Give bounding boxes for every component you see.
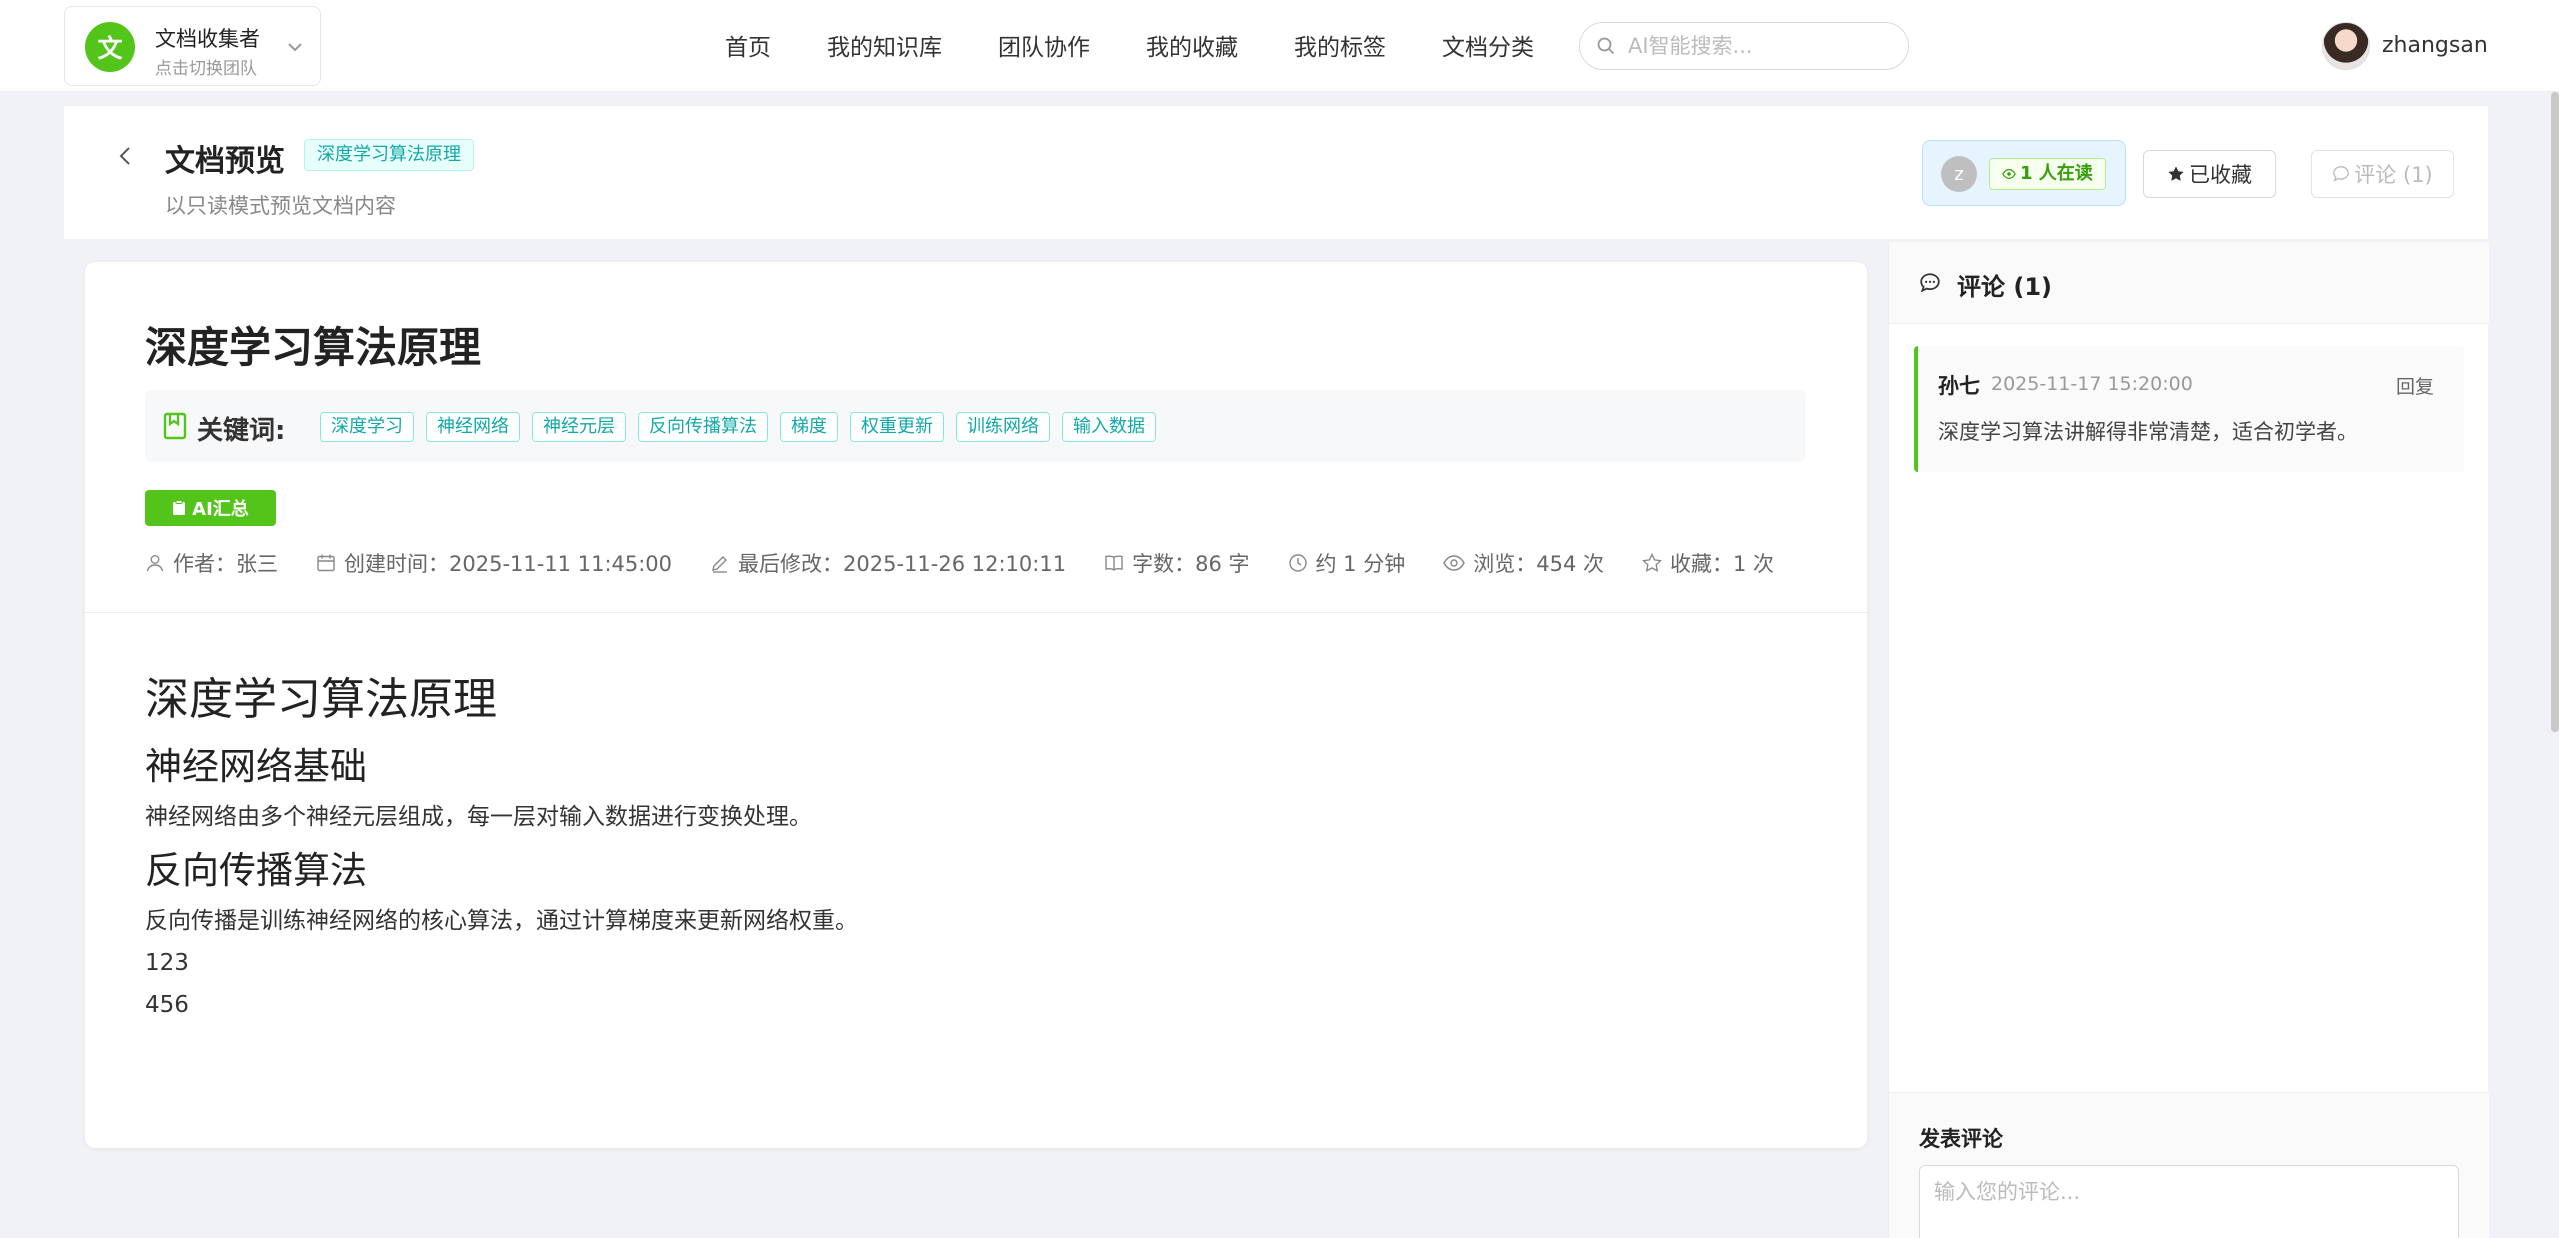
calendar-icon <box>317 554 335 572</box>
clock-icon <box>1288 554 1307 572</box>
comment-icon <box>2333 166 2350 182</box>
comment-item: 孙七 2025-11-17 15:20:00 回复 深度学习算法讲解得非常清楚，… <box>1914 346 2464 472</box>
search-input[interactable] <box>1628 31 1888 61</box>
keywords-list: 深度学习 神经网络 神经元层 反向传播算法 梯度 权重更新 训练网络 输入数据 <box>320 412 1168 442</box>
content-paragraph: 反向传播是训练神经网络的核心算法，通过计算梯度来更新网络权重。 <box>145 908 858 934</box>
user-avatar[interactable] <box>2322 22 2370 70</box>
comments-panel: 评论 (1) 孙七 2025-11-17 15:20:00 回复 深度学习算法讲… <box>1888 242 2489 1238</box>
keyword-tag[interactable]: 反向传播算法 <box>638 412 768 442</box>
search-icon <box>1597 37 1615 55</box>
main-nav: 首页 我的知识库 团队协作 我的收藏 我的标签 文档分类 <box>725 28 1534 62</box>
content-heading-2: 反向传播算法 <box>145 849 367 892</box>
keyword-tag[interactable]: 梯度 <box>780 412 838 442</box>
keyword-tag[interactable]: 深度学习 <box>320 412 414 442</box>
divider <box>85 612 1867 613</box>
ai-summary-button[interactable]: AI汇总 <box>145 490 276 526</box>
username[interactable]: zhangsan <box>2382 33 2488 58</box>
comment-author: 孙七 <box>1938 374 1980 398</box>
online-readers: z 1 人在读 <box>1922 140 2126 206</box>
nav-my-knowledge-base[interactable]: 我的知识库 <box>827 28 942 62</box>
page-scrollbar[interactable] <box>2551 92 2559 732</box>
meta-modified: 最后修改：2025-11-26 12:10:11 <box>710 548 1066 578</box>
comment-text: 深度学习算法讲解得非常清楚，适合初学者。 <box>1938 420 2358 444</box>
page-title: 文档预览 <box>165 144 285 179</box>
chevron-down-icon <box>288 43 302 52</box>
content-paragraph: 神经网络由多个神经元层组成，每一层对输入数据进行变换处理。 <box>145 804 812 830</box>
keywords-label: 关键词: <box>197 416 286 446</box>
meta-favorites: 收藏：1 次 <box>1641 548 1774 578</box>
post-comment-section: 发表评论 <box>1889 1092 2489 1238</box>
page-header: 文档预览 深度学习算法原理 以只读模式预览文档内容 z 1 人在读 已收藏 评论… <box>64 106 2488 240</box>
nav-my-tags[interactable]: 我的标签 <box>1294 28 1386 62</box>
ai-search-box[interactable] <box>1579 22 1909 70</box>
top-navbar: 文 文档收集者 点击切换团队 首页 我的知识库 团队协作 我的收藏 我的标签 文… <box>0 0 2559 92</box>
comment-time: 2025-11-17 15:20:00 <box>1991 373 2193 395</box>
content-heading-2: 神经网络基础 <box>145 745 367 788</box>
comments-button-label: 评论 (1) <box>2354 163 2433 187</box>
team-switcher[interactable]: 文 文档收集者 点击切换团队 <box>64 6 321 86</box>
content-paragraph: 123 <box>145 950 189 976</box>
meta-author: 作者：张三 <box>145 548 278 578</box>
back-arrow-icon[interactable] <box>108 138 144 174</box>
document-title: 深度学习算法原理 <box>145 323 482 372</box>
content-paragraph: 456 <box>145 992 189 1018</box>
post-comment-label: 发表评论 <box>1919 1127 2003 1151</box>
edit-icon <box>712 556 728 573</box>
meta-views: 浏览：454 次 <box>1443 548 1604 578</box>
eye-icon <box>2002 169 2016 179</box>
keyword-tag[interactable]: 权重更新 <box>850 412 944 442</box>
ai-summary-label: AI汇总 <box>192 499 249 520</box>
reply-button[interactable]: 回复 <box>2396 372 2434 399</box>
document-content: 深度学习算法原理 神经网络基础 神经网络由多个神经元层组成，每一层对输入数据进行… <box>145 672 858 1020</box>
keyword-tag[interactable]: 训练网络 <box>956 412 1050 442</box>
clipboard-icon <box>173 500 186 515</box>
comment-input[interactable] <box>1919 1165 2459 1238</box>
star-filled-icon <box>2168 166 2184 181</box>
team-logo: 文 <box>85 22 135 72</box>
keywords-row: 关键词: 深度学习 神经网络 神经元层 反向传播算法 梯度 权重更新 训练网络 … <box>145 390 1805 462</box>
keyword-tag[interactable]: 神经网络 <box>426 412 520 442</box>
nav-home[interactable]: 首页 <box>725 28 771 62</box>
comments-title: 评论 (1) <box>1957 273 2052 301</box>
readers-count: 1 人在读 <box>2020 163 2093 184</box>
page-subtitle: 以只读模式预览文档内容 <box>165 194 396 218</box>
star-icon <box>1641 553 1662 572</box>
comments-header: 评论 (1) <box>1889 242 2489 324</box>
reader-avatar: z <box>1941 156 1977 192</box>
meta-word-count: 字数：86 字 <box>1104 548 1250 578</box>
nav-my-favorites[interactable]: 我的收藏 <box>1146 28 1238 62</box>
document-card: 深度学习算法原理 关键词: 深度学习 神经网络 神经元层 反向传播算法 梯度 权… <box>85 262 1867 1148</box>
nav-team-collaboration[interactable]: 团队协作 <box>998 28 1090 62</box>
nav-doc-categories[interactable]: 文档分类 <box>1442 28 1534 62</box>
doc-category-tag: 深度学习算法原理 <box>304 139 474 171</box>
book-icon <box>1105 555 1123 571</box>
document-meta: 作者：张三 创建时间：2025-11-11 11:45:00 最后修改：2025… <box>145 548 1812 578</box>
team-switch-hint: 点击切换团队 <box>155 59 257 79</box>
meta-read-time: 约 1 分钟 <box>1288 548 1405 578</box>
bookmark-icon <box>163 412 187 440</box>
readers-count-badge: 1 人在读 <box>1989 158 2106 190</box>
content-heading-1: 深度学习算法原理 <box>145 674 497 725</box>
user-icon <box>146 555 164 572</box>
keyword-tag[interactable]: 神经元层 <box>532 412 626 442</box>
favorited-label: 已收藏 <box>2189 163 2252 187</box>
team-name: 文档收集者 <box>155 27 260 51</box>
meta-created: 创建时间：2025-11-11 11:45:00 <box>316 548 672 578</box>
favorited-button[interactable]: 已收藏 <box>2143 150 2276 198</box>
comments-button[interactable]: 评论 (1) <box>2311 150 2454 198</box>
comment-icon <box>1920 273 1940 293</box>
keyword-tag[interactable]: 输入数据 <box>1062 412 1156 442</box>
eye-icon <box>1443 555 1466 571</box>
